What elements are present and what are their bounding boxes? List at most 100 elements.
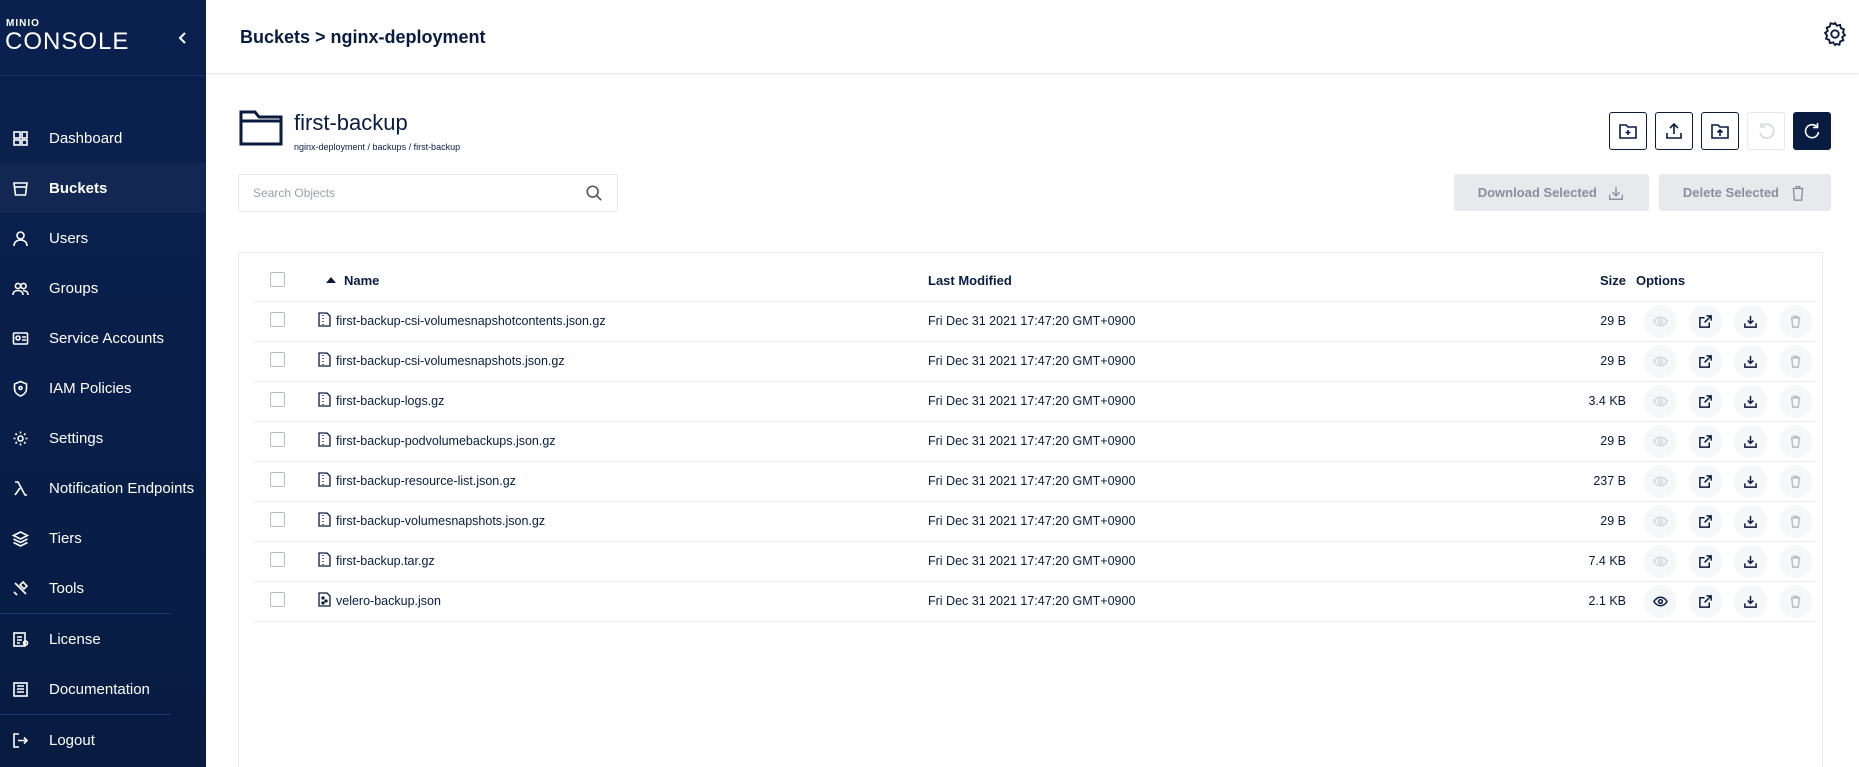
- preview-button[interactable]: [1644, 424, 1677, 458]
- sidebar-item-service-accounts[interactable]: Service Accounts: [0, 313, 206, 363]
- refresh-button[interactable]: [1793, 112, 1831, 150]
- preview-button[interactable]: [1644, 464, 1677, 498]
- upload-folder-button[interactable]: [1701, 112, 1739, 150]
- trash-icon: [1790, 395, 1801, 408]
- rewind-button[interactable]: [1747, 112, 1785, 150]
- table-row[interactable]: velero-backup.json Fri Dec 31 2021 17:47:…: [254, 581, 1815, 622]
- share-button[interactable]: [1689, 544, 1722, 578]
- row-checkbox[interactable]: [270, 312, 285, 327]
- preview-button[interactable]: [1644, 384, 1677, 418]
- download-selected-button[interactable]: Download Selected: [1453, 174, 1649, 211]
- row-name-cell[interactable]: first-backup-csi-volumesnapshots.json.gz: [318, 341, 928, 382]
- row-checkbox[interactable]: [270, 392, 285, 407]
- sidebar: MINIO CONSOLE Dashboard Buckets Users Group…: [0, 0, 206, 767]
- table-row[interactable]: first-backup-resource-list.json.gz Fri De…: [254, 461, 1815, 502]
- sort-ascending-icon: [326, 276, 336, 283]
- download-button[interactable]: [1734, 584, 1767, 618]
- column-header-options: Options: [1636, 261, 1815, 302]
- column-header-name[interactable]: Name: [318, 261, 928, 302]
- share-button[interactable]: [1689, 584, 1722, 618]
- sidebar-item-label: Notification Endpoints: [49, 479, 195, 497]
- delete-selected-button[interactable]: Delete Selected: [1658, 174, 1831, 211]
- row-name-cell[interactable]: first-backup.tar.gz: [318, 541, 928, 582]
- sidebar-item-documentation[interactable]: Documentation: [0, 664, 206, 714]
- search-objects-field[interactable]: [238, 174, 618, 212]
- sidebar-item-label: Users: [49, 229, 89, 247]
- preview-button[interactable]: [1644, 584, 1677, 618]
- row-select-cell: [254, 541, 318, 582]
- download-button[interactable]: [1734, 304, 1767, 338]
- upload-file-button[interactable]: [1655, 112, 1693, 150]
- row-select-cell: [254, 501, 318, 542]
- row-options-cell: [1636, 461, 1815, 502]
- share-button[interactable]: [1689, 424, 1722, 458]
- object-name: first-backup.tar.gz: [336, 554, 435, 568]
- collapse-sidebar-icon[interactable]: [175, 30, 191, 46]
- sidebar-item-tiers[interactable]: Tiers: [0, 513, 206, 563]
- share-button[interactable]: [1689, 344, 1722, 378]
- delete-button[interactable]: [1779, 424, 1812, 458]
- trash-icon: [1790, 435, 1801, 448]
- sidebar-item-dashboard[interactable]: Dashboard: [0, 113, 206, 163]
- row-name-cell[interactable]: first-backup-logs.gz: [318, 381, 928, 422]
- sidebar-item-tools[interactable]: Tools: [0, 563, 206, 613]
- table-row[interactable]: first-backup-csi-volumesnapshotcontents.…: [254, 301, 1815, 342]
- delete-button[interactable]: [1779, 544, 1812, 578]
- delete-button[interactable]: [1779, 304, 1812, 338]
- table-row[interactable]: first-backup-csi-volumesnapshots.json.gz…: [254, 341, 1815, 382]
- delete-button[interactable]: [1779, 584, 1812, 618]
- sidebar-item-notification-endpoints[interactable]: Notification Endpoints: [0, 463, 206, 513]
- download-button[interactable]: [1734, 504, 1767, 538]
- search-input[interactable]: [253, 186, 585, 200]
- row-checkbox[interactable]: [270, 512, 285, 527]
- create-folder-button[interactable]: [1609, 112, 1647, 150]
- delete-button[interactable]: [1779, 504, 1812, 538]
- share-button[interactable]: [1689, 464, 1722, 498]
- table-row[interactable]: first-backup.tar.gz Fri Dec 31 2021 17:47…: [254, 541, 1815, 582]
- breadcrumb-buckets-link[interactable]: Buckets: [240, 27, 310, 47]
- row-name-cell[interactable]: velero-backup.json: [318, 581, 928, 622]
- row-checkbox[interactable]: [270, 432, 285, 447]
- sidebar-item-users[interactable]: Users: [0, 213, 206, 263]
- sidebar-item-license[interactable]: License: [0, 614, 206, 664]
- row-checkbox[interactable]: [270, 352, 285, 367]
- download-button[interactable]: [1734, 424, 1767, 458]
- preview-button[interactable]: [1644, 344, 1677, 378]
- share-button[interactable]: [1689, 504, 1722, 538]
- object-name: first-backup-resource-list.json.gz: [336, 474, 516, 488]
- download-button[interactable]: [1734, 344, 1767, 378]
- select-all-checkbox[interactable]: [270, 271, 285, 287]
- row-checkbox[interactable]: [270, 552, 285, 567]
- column-header-size[interactable]: Size: [1543, 261, 1636, 302]
- sidebar-nav: Dashboard Buckets Users Groups Service Accou…: [0, 113, 206, 765]
- row-checkbox[interactable]: [270, 592, 285, 607]
- download-icon: [1608, 186, 1623, 200]
- sidebar-item-logout[interactable]: Logout: [0, 715, 206, 765]
- delete-button[interactable]: [1779, 344, 1812, 378]
- table-row[interactable]: first-backup-podvolumebackups.json.gz Fri…: [254, 421, 1815, 462]
- preview-button[interactable]: [1644, 504, 1677, 538]
- preview-button[interactable]: [1644, 544, 1677, 578]
- row-name-cell[interactable]: first-backup-volumesnapshots.json.gz: [318, 501, 928, 542]
- table-row[interactable]: first-backup-logs.gz Fri Dec 31 2021 17:4…: [254, 381, 1815, 422]
- sidebar-item-groups[interactable]: Groups: [0, 263, 206, 313]
- row-checkbox[interactable]: [270, 472, 285, 487]
- sidebar-item-settings[interactable]: Settings: [0, 413, 206, 463]
- preview-button[interactable]: [1644, 304, 1677, 338]
- row-name-cell[interactable]: first-backup-csi-volumesnapshotcontents.…: [318, 301, 928, 342]
- share-button[interactable]: [1689, 384, 1722, 418]
- delete-button[interactable]: [1779, 384, 1812, 418]
- row-name-cell[interactable]: first-backup-resource-list.json.gz: [318, 461, 928, 502]
- share-button[interactable]: [1689, 304, 1722, 338]
- delete-button[interactable]: [1779, 464, 1812, 498]
- gear-icon[interactable]: [1821, 20, 1849, 48]
- row-name-cell[interactable]: first-backup-podvolumebackups.json.gz: [318, 421, 928, 462]
- sidebar-item-iam-policies[interactable]: IAM Policies: [0, 363, 206, 413]
- sidebar-item-buckets[interactable]: Buckets: [0, 163, 206, 213]
- download-button[interactable]: [1734, 384, 1767, 418]
- download-button[interactable]: [1734, 544, 1767, 578]
- license-icon: [12, 631, 29, 648]
- column-header-last-modified[interactable]: Last Modified: [928, 261, 1543, 302]
- table-row[interactable]: first-backup-volumesnapshots.json.gz Fri …: [254, 501, 1815, 542]
- download-button[interactable]: [1734, 464, 1767, 498]
